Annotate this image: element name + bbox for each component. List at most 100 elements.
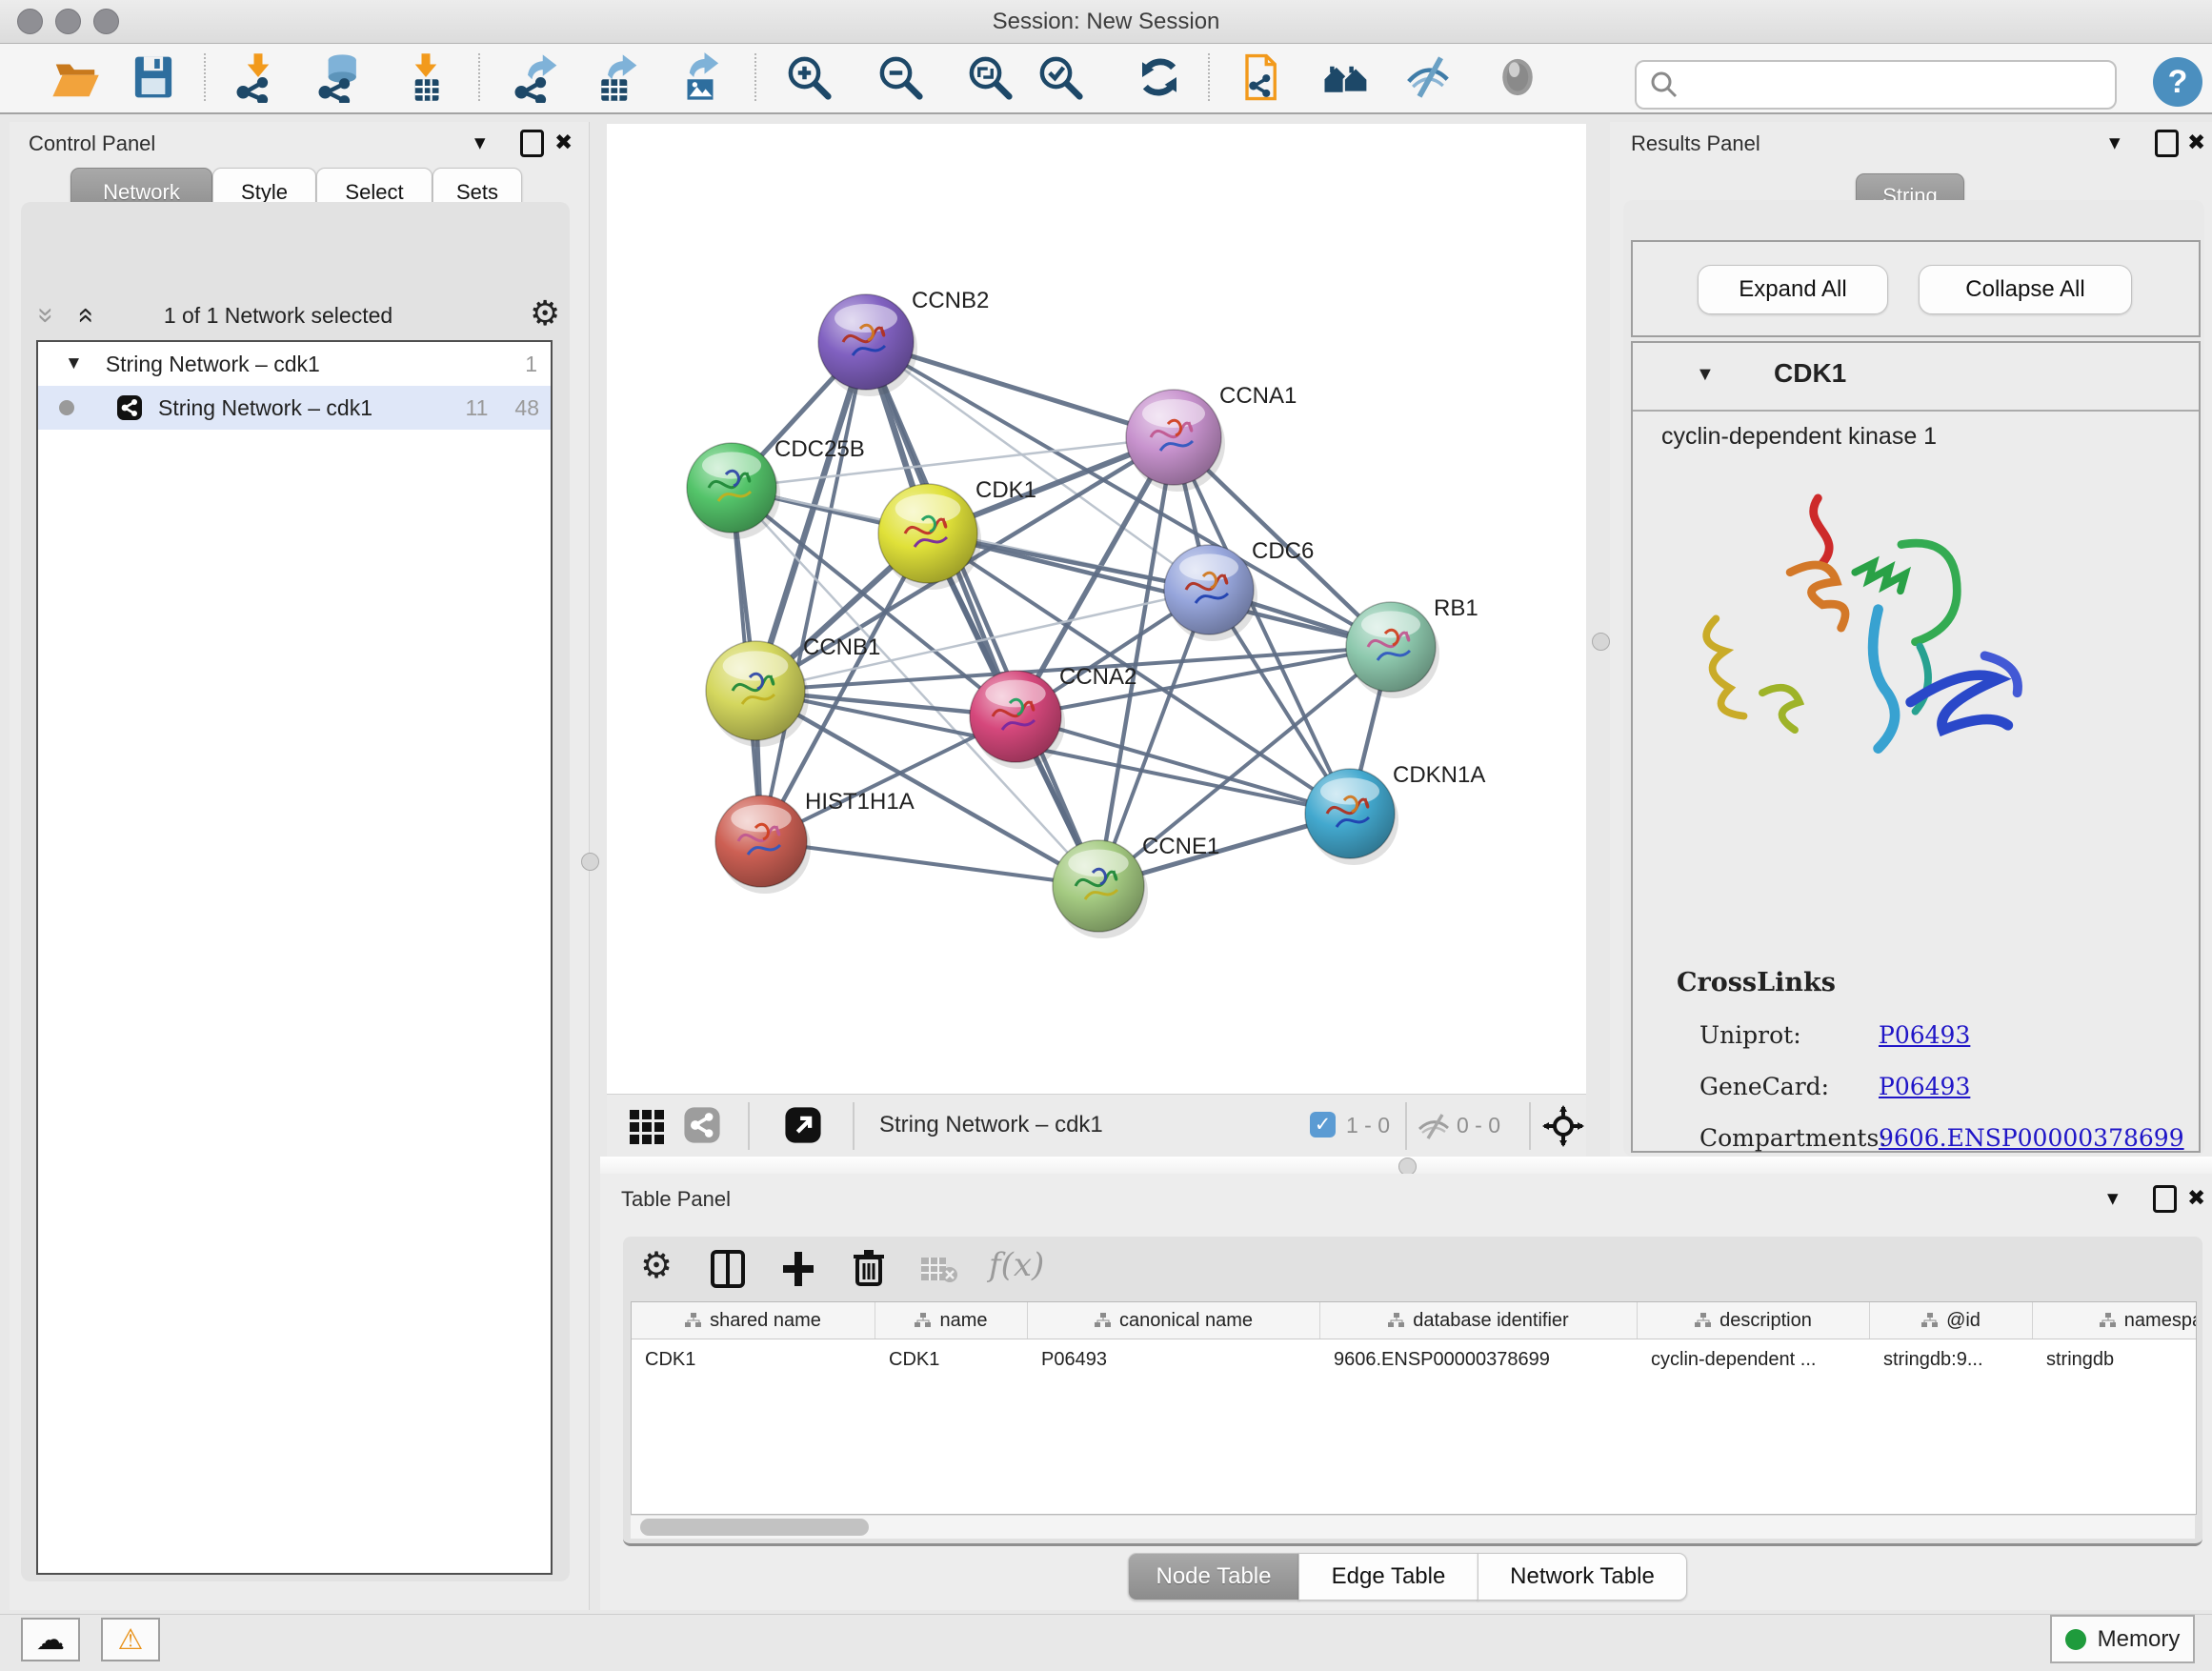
detach-view-icon[interactable] <box>784 1106 822 1149</box>
gene-collapse-caret-icon[interactable]: ▼ <box>1696 364 1715 386</box>
collection-label: String Network – cdk1 <box>106 352 320 377</box>
network-edge-CCNB2-HIST1H1A[interactable] <box>761 342 866 841</box>
table-panel-float-icon[interactable] <box>2153 1185 2177 1213</box>
string-results-content: Expand All Collapse All ▼ CDK1 cyclin-de… <box>1623 200 2204 1157</box>
control-panel-float-icon[interactable] <box>520 130 544 157</box>
network-node-CCNA1[interactable]: CCNA1 <box>1126 383 1297 492</box>
network-node-HIST1H1A[interactable]: HIST1H1A <box>715 789 915 894</box>
zoom-selected-icon[interactable] <box>1033 50 1088 105</box>
network-node-CCNA2[interactable]: CCNA2 <box>970 664 1136 769</box>
delete-table-icon[interactable] <box>920 1256 958 1289</box>
results-panel-float-icon[interactable] <box>2155 130 2179 157</box>
table-panel-close-icon[interactable]: ✖ <box>2187 1187 2205 1209</box>
node-label: CCNB1 <box>803 634 880 660</box>
genecard-link[interactable]: P06493 <box>1879 1073 1970 1100</box>
network-row-selected[interactable]: String Network – cdk1 11 48 <box>38 386 551 430</box>
warning-icon[interactable]: ⚠ <box>101 1618 160 1661</box>
collection-caret-icon[interactable]: ▼ <box>65 353 83 374</box>
help-icon[interactable]: ? <box>2153 57 2202 107</box>
network-options-gear-icon[interactable]: ⚙ <box>530 293 560 333</box>
column-header[interactable]: @id <box>1870 1302 2033 1339</box>
import-table-icon[interactable] <box>398 50 453 105</box>
hide-graphics-icon[interactable] <box>1400 50 1456 105</box>
network-canvas[interactable]: CCNB2CCNA1CDC25BCDK1CDC6RB1CCNB1CCNA2CDK… <box>607 124 1586 1094</box>
network-selection-status: 1 of 1 Network selected <box>116 303 440 329</box>
import-network-from-database-icon[interactable] <box>312 50 368 105</box>
selected-checkbox-icon[interactable] <box>1310 1112 1336 1137</box>
open-session-icon[interactable] <box>48 50 103 105</box>
results-panel-title: Results Panel <box>1631 131 1760 156</box>
search-box[interactable] <box>1635 60 2117 110</box>
network-edge-CDK1-RB1[interactable] <box>928 534 1391 647</box>
delete-column-trash-icon[interactable] <box>852 1248 886 1293</box>
table-panel-menu-caret-icon[interactable]: ▾ <box>2107 1187 2119 1209</box>
results-panel-menu-caret-icon[interactable]: ▾ <box>2109 131 2121 153</box>
column-header[interactable]: name <box>875 1302 1028 1339</box>
memory-button[interactable]: Memory <box>2050 1615 2195 1663</box>
compartments-link[interactable]: 9606.ENSP00000378699 <box>1879 1124 2184 1152</box>
sidebar-splitter-handle[interactable] <box>581 853 599 871</box>
toolbar-separator <box>1208 53 1210 101</box>
network-label: String Network – cdk1 <box>158 395 372 421</box>
network-node-RB1[interactable]: RB1 <box>1346 595 1478 698</box>
node-label: CCNA2 <box>1059 664 1136 690</box>
network-node-CCNE1[interactable]: CCNE1 <box>1053 834 1219 938</box>
collapse-all-networks-icon[interactable]: » <box>31 308 60 324</box>
column-header[interactable]: description <box>1638 1302 1870 1339</box>
column-header[interactable]: database identifier <box>1320 1302 1638 1339</box>
expand-all-networks-icon[interactable]: » <box>70 308 98 324</box>
gene-section: ▼ CDK1 cyclin-dependent kinase 1 <box>1631 341 2201 1153</box>
network-collection-row[interactable]: ▼ String Network – cdk1 1 <box>38 342 551 386</box>
expand-all-button[interactable]: Expand All <box>1698 265 1888 314</box>
export-image-icon[interactable] <box>673 50 728 105</box>
title-bar: Session: New Session <box>0 0 2212 44</box>
home-icon[interactable] <box>1318 50 1374 105</box>
tab-network-table[interactable]: Network Table <box>1478 1553 1687 1601</box>
toolbar-separator <box>478 53 480 101</box>
node-table: shared name name canonical name database… <box>631 1301 2197 1515</box>
zoom-out-icon[interactable] <box>873 50 928 105</box>
toolbar-separator <box>754 53 756 101</box>
zoom-in-icon[interactable] <box>781 50 836 105</box>
tab-node-table[interactable]: Node Table <box>1128 1553 1299 1601</box>
uniprot-link[interactable]: P06493 <box>1879 1021 1970 1049</box>
scrollbar-thumb[interactable] <box>640 1519 869 1536</box>
refresh-icon[interactable] <box>1132 50 1187 105</box>
network-node-CDKN1A[interactable]: CDKN1A <box>1305 762 1485 865</box>
preview-eye-icon[interactable] <box>1490 50 1545 105</box>
column-header[interactable]: canonical name <box>1028 1302 1320 1339</box>
zoom-fit-icon[interactable] <box>962 50 1017 105</box>
table-gear-icon[interactable]: ⚙ <box>640 1244 673 1287</box>
hidden-eye-icon[interactable] <box>1417 1112 1451 1145</box>
search-input[interactable] <box>1688 65 2115 105</box>
control-panel-close-icon[interactable]: ✖ <box>554 131 573 153</box>
horizontal-splitter[interactable] <box>600 1157 2212 1174</box>
gene-section-header[interactable]: ▼ CDK1 <box>1633 343 2199 412</box>
show-columns-icon[interactable] <box>711 1250 745 1293</box>
collapse-all-button[interactable]: Collapse All <box>1919 265 2132 314</box>
column-header[interactable]: shared name <box>632 1302 875 1339</box>
network-edge-count: 48 <box>514 395 539 421</box>
export-table-icon[interactable] <box>589 50 644 105</box>
tab-edge-table[interactable]: Edge Table <box>1298 1553 1478 1601</box>
canvas-splitter-handle[interactable] <box>1592 633 1610 651</box>
results-panel-close-icon[interactable]: ✖ <box>2187 131 2205 153</box>
table-row[interactable]: CDK1 CDK1 P06493 9606.ENSP00000378699 cy… <box>632 1339 2197 1379</box>
navigator-crosshair-icon[interactable] <box>1542 1105 1584 1152</box>
add-column-icon[interactable] <box>781 1250 815 1293</box>
grid-view-icon[interactable] <box>628 1108 666 1151</box>
string-document-icon[interactable] <box>1237 50 1292 105</box>
export-network-icon[interactable] <box>509 50 564 105</box>
function-builder-icon[interactable]: f(x) <box>989 1246 1044 1284</box>
network-node-CCNB2[interactable]: CCNB2 <box>818 288 989 396</box>
horizontal-scrollbar[interactable] <box>631 1515 2195 1539</box>
network-node-CCNB1[interactable]: CCNB1 <box>706 634 880 747</box>
single-view-share-icon[interactable] <box>683 1106 721 1149</box>
network-edge-HIST1H1A-CCNE1[interactable] <box>761 841 1098 886</box>
gene-description: cyclin-dependent kinase 1 <box>1661 423 1937 451</box>
column-header[interactable]: namespace <box>2033 1302 2197 1339</box>
import-network-icon[interactable] <box>231 50 286 105</box>
cloud-icon[interactable]: ☁ <box>21 1618 80 1661</box>
save-session-icon[interactable] <box>126 50 181 105</box>
control-panel-menu-caret-icon[interactable]: ▾ <box>474 131 486 153</box>
